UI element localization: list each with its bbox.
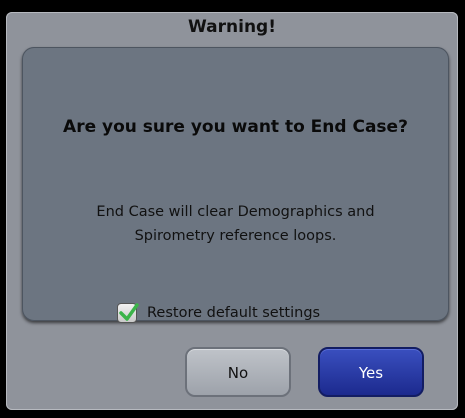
restore-default-checkbox[interactable]	[117, 303, 139, 323]
restore-default-settings-row[interactable]: Restore default settings	[117, 300, 320, 326]
message-line-2: Spirometry reference loops.	[134, 228, 337, 244]
check-icon	[119, 303, 139, 321]
content-panel: Are you sure you want to End Case? End C…	[22, 47, 449, 323]
no-button[interactable]: No	[185, 347, 291, 397]
checkbox-label: Restore default settings	[147, 305, 321, 321]
confirmation-question: Are you sure you want to End Case?	[63, 117, 408, 137]
message-line-1: End Case will clear Demographics and	[96, 204, 375, 220]
yes-button[interactable]: Yes	[318, 347, 424, 397]
warning-message: End Case will clear Demographics and Spi…	[62, 200, 409, 248]
dialog-title: Warning!	[188, 17, 276, 37]
warning-dialog: Warning! Are you sure you want to End Ca…	[6, 12, 458, 410]
